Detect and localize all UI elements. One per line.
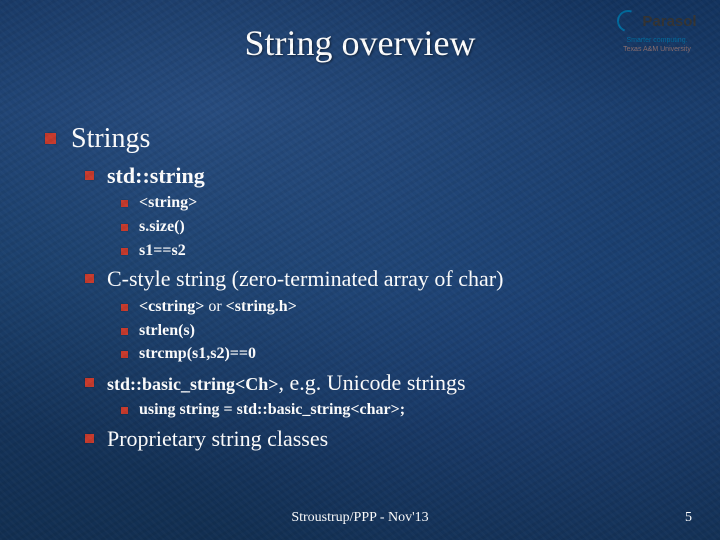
parasol-logo: Parasol Smarter computing. Texas A&M Uni… — [612, 10, 702, 53]
swoosh-icon — [614, 6, 643, 35]
content-area: Strings std::string <string> s.size() s1… — [45, 120, 690, 458]
part-plain: or — [204, 298, 225, 315]
bullet-main: Strings std::string <string> s.size() s1… — [45, 120, 690, 454]
slide: String overview Parasol Smarter computin… — [0, 0, 720, 540]
logo-mark: Parasol — [617, 10, 696, 32]
sub-item: strcmp(s1,s2)==0 — [121, 343, 690, 365]
page-number: 5 — [685, 510, 692, 526]
bullet-cstyle: C-style string (zero-terminated array of… — [85, 264, 690, 364]
bullet-stdstring: std::string <string> s.size() s1==s2 — [85, 161, 690, 261]
sub-item: <string> — [121, 192, 690, 214]
label-tail: , e.g. Unicode strings — [279, 370, 466, 395]
sub-item: strlen(s) — [121, 320, 690, 342]
footer-text: Stroustrup/PPP - Nov'13 — [0, 510, 720, 526]
label-bold: std::basic_string<Ch> — [107, 374, 279, 394]
label: Proprietary string classes — [107, 426, 328, 451]
bullet-main-text: Strings — [71, 123, 150, 154]
bullet-basicstring: std::basic_string<Ch>, e.g. Unicode stri… — [85, 368, 690, 421]
sub-item: using string = std::basic_string<char>; — [121, 399, 690, 421]
logo-tagline: Smarter computing. — [612, 37, 702, 44]
sub-item: s.size() — [121, 216, 690, 238]
sub-item: s1==s2 — [121, 240, 690, 262]
logo-name: Parasol — [642, 13, 696, 30]
logo-university: Texas A&M University — [612, 46, 702, 53]
part-bold: <cstring> — [139, 298, 204, 315]
label: C-style string (zero-terminated array of… — [107, 266, 503, 291]
part-bold: <string.h> — [226, 298, 297, 315]
label: std::string — [107, 163, 205, 188]
sub-item: <cstring> or <string.h> — [121, 296, 690, 318]
bullet-proprietary: Proprietary string classes — [85, 424, 690, 454]
